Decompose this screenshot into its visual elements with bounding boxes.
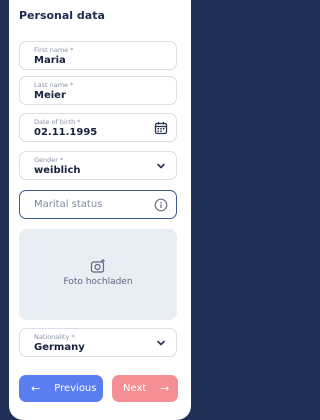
chevron-down-icon (157, 163, 165, 169)
first-name-label: First name * (34, 46, 74, 54)
calendar-icon[interactable] (154, 121, 168, 135)
marital-status-placeholder: Marital status (34, 199, 103, 210)
chevron-down-icon (157, 340, 165, 346)
arrow-left-icon: ← (31, 382, 41, 395)
first-name-field[interactable]: First name * Maria (19, 41, 177, 70)
date-of-birth-value: 02.11.1995 (34, 127, 98, 138)
date-of-birth-label: Date of birth * (34, 118, 81, 126)
info-icon[interactable] (154, 198, 168, 212)
photo-upload-label: Foto hochladen (63, 277, 133, 287)
first-name-value: Maria (34, 55, 66, 66)
photo-upload-area[interactable]: Foto hochladen (19, 229, 177, 320)
nationality-value: Germany (34, 342, 85, 353)
marital-status-select[interactable]: Marital status (19, 190, 177, 219)
camera-icon (90, 259, 105, 273)
section-title: Personal data (19, 9, 105, 22)
date-of-birth-field[interactable]: Date of birth * 02.11.1995 (19, 113, 177, 142)
next-button[interactable]: Next → (112, 375, 178, 402)
gender-select[interactable]: Gender * weiblich (19, 151, 177, 180)
last-name-field[interactable]: Last name * Meier (19, 76, 177, 105)
gender-value: weiblich (34, 165, 81, 176)
gender-label: Gender * (34, 156, 64, 164)
nationality-label: Nationality * (34, 333, 75, 341)
nationality-select[interactable]: Nationality * Germany (19, 328, 177, 357)
previous-button[interactable]: ← Previous (19, 375, 103, 402)
previous-button-label: Previous (54, 383, 97, 394)
last-name-value: Meier (34, 90, 66, 101)
arrow-right-icon: → (160, 382, 170, 395)
next-button-label: Next (123, 383, 147, 394)
last-name-label: Last name * (34, 81, 74, 89)
